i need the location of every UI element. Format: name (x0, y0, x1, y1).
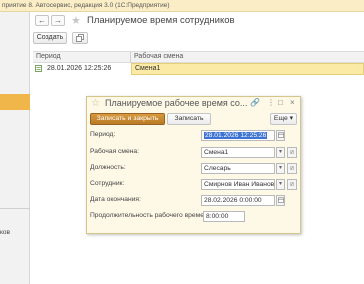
copy-button[interactable] (72, 32, 88, 44)
period-label: Период: (90, 131, 116, 138)
column-header-period[interactable]: Период (36, 53, 61, 60)
list-header: Период Рабочая смена (33, 51, 364, 63)
window-title: приятие 8. Автосервис, редакция 3.0 (1С:… (2, 2, 170, 9)
shift-dropdown-button[interactable]: ▾ (276, 147, 285, 158)
position-open-button[interactable]: ⊘ (287, 163, 297, 174)
forward-button[interactable]: → (51, 15, 65, 26)
position-dropdown-button[interactable]: ▾ (276, 163, 285, 174)
dialog-title: Планируемое рабочее время со... (105, 98, 248, 108)
maximize-icon[interactable]: □ (278, 99, 283, 107)
end-date-field[interactable]: 28.02.2026 0:00:00 (201, 195, 275, 206)
employee-open-button[interactable]: ⊘ (287, 179, 297, 190)
employee-label: Сотрудник: (90, 180, 125, 187)
table-row[interactable]: 28.01.2026 12:25:26 Смена1 (33, 63, 364, 75)
duration-label: Продолжительность рабочего времени: (90, 212, 214, 219)
link-icon[interactable]: 🔗 (250, 99, 260, 107)
calendar-button[interactable] (276, 130, 285, 141)
shift-label: Рабочая смена: (90, 148, 139, 155)
calendar-icon (277, 197, 284, 203)
save-button[interactable]: Записать (167, 113, 211, 125)
position-label: Должность: (90, 164, 126, 171)
copy-icon (76, 34, 84, 42)
period-field[interactable]: 28.01.2026 12:25:26 (201, 130, 275, 141)
shift-field[interactable]: Смена1 (201, 147, 275, 158)
back-arrow-icon: ← (38, 16, 46, 25)
back-button[interactable]: ← (35, 15, 49, 26)
more-button-label: Еще (273, 115, 288, 122)
end-date-label: Дата окончания: (90, 196, 141, 203)
close-icon[interactable]: × (290, 99, 295, 107)
more-menu-icon[interactable]: ⋮ (267, 99, 275, 107)
open-link-icon: ⊘ (289, 149, 295, 156)
record-icon (35, 65, 42, 72)
column-separator (130, 52, 131, 63)
sidebar-item-label[interactable]: ков (0, 229, 10, 236)
create-button[interactable]: Создать (33, 32, 67, 44)
employee-dropdown-button[interactable]: ▾ (276, 179, 285, 190)
shift-open-button[interactable]: ⊘ (287, 147, 297, 158)
window-title-bar: приятие 8. Автосервис, редакция 3.0 (1С:… (0, 0, 364, 12)
duration-field[interactable]: 8:00:00 (203, 211, 245, 222)
sidebar-divider (0, 208, 30, 209)
chevron-down-icon: ▾ (287, 115, 294, 122)
chevron-down-icon: ▾ (278, 165, 282, 171)
position-field[interactable]: Слесарь (201, 163, 275, 174)
dialog-favorite-star-icon[interactable]: ☆ (91, 98, 100, 109)
chevron-down-icon: ▾ (278, 181, 282, 187)
table-cell-period[interactable]: 28.01.2026 12:25:26 (33, 63, 131, 75)
table-cell-shift[interactable]: Смена1 (131, 63, 364, 75)
save-and-close-button[interactable]: Записать и закрыть (90, 113, 165, 125)
chevron-down-icon: ▾ (278, 149, 282, 155)
sidebar-active-item[interactable] (0, 94, 30, 110)
employee-field[interactable]: Смирнов Иван Иванович (201, 179, 275, 190)
column-header-shift[interactable]: Рабочая смена (134, 53, 183, 60)
row-period-value: 28.01.2026 12:25:26 (47, 65, 112, 72)
forward-arrow-icon: → (54, 16, 62, 25)
more-button[interactable]: Еще ▾ (270, 113, 297, 125)
open-link-icon: ⊘ (289, 181, 295, 188)
left-sidebar (0, 12, 30, 284)
open-link-icon: ⊘ (289, 165, 295, 172)
page-title: Планируемое время сотрудников (87, 15, 235, 26)
calendar-icon (277, 132, 284, 138)
row-shift-value: Смена1 (135, 65, 161, 72)
end-date-calendar-button[interactable] (276, 195, 285, 206)
favorite-star-icon[interactable]: ★ (71, 14, 81, 27)
period-value: 28.01.2026 12:25:26 (204, 132, 268, 139)
